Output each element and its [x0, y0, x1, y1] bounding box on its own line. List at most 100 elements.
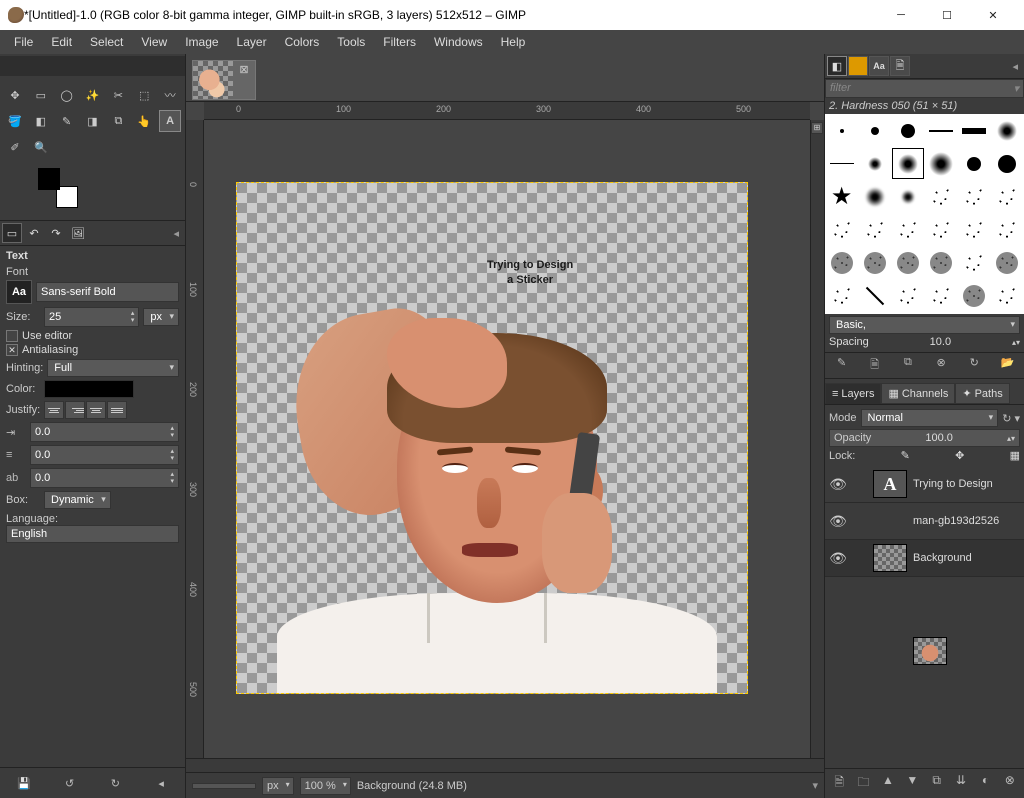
menu-select[interactable]: Select [82, 32, 131, 52]
gradient-tool[interactable]: ◧ [30, 110, 52, 132]
menu-windows[interactable]: Windows [426, 32, 491, 52]
text-layer-content[interactable]: Trying to Design a Sticker [487, 258, 573, 289]
delete-layer-icon[interactable]: ⊗ [1001, 773, 1019, 794]
fonts-tab[interactable]: Aa [869, 56, 889, 76]
brushes-tab[interactable]: ◧ [827, 56, 847, 76]
layer-list[interactable]: 👁 Trying to Design 👁 man-gb193d2526 👁 Ba… [825, 466, 1024, 768]
scrollbar-horizontal[interactable] [204, 758, 810, 772]
undo-history-tab[interactable]: ↷ [46, 223, 66, 243]
pencil-tool[interactable]: ✎ [56, 110, 78, 132]
justify-fill-button[interactable] [107, 401, 127, 419]
font-name-field[interactable]: Sans-serif Bold [36, 282, 179, 302]
box-select[interactable]: Dynamic [44, 491, 111, 509]
tool-options-tab[interactable]: ▭ [2, 223, 22, 243]
image-tab-untitled[interactable]: ⊠ [192, 60, 256, 100]
spacing-value[interactable]: 10.0 [930, 336, 951, 348]
menu-filters[interactable]: Filters [375, 32, 424, 52]
foreground-color[interactable] [38, 168, 60, 190]
smudge-tool[interactable]: 👆 [133, 110, 155, 132]
menu-layer[interactable]: Layer [229, 32, 275, 52]
layer-name[interactable]: Background [913, 552, 1020, 564]
language-field[interactable]: English [6, 525, 179, 543]
restore-preset-icon[interactable]: ↺ [59, 772, 81, 794]
layer-name[interactable]: Trying to Design [913, 478, 1020, 490]
ruler-horizontal[interactable]: 0 100 200 300 400 500 [204, 102, 810, 120]
zoom-select[interactable]: 100 % [300, 777, 351, 795]
menu-file[interactable]: File [6, 32, 41, 52]
justify-right-button[interactable] [65, 401, 85, 419]
new-layer-icon[interactable]: 🗎 [830, 773, 848, 794]
mode-select[interactable]: Normal [861, 409, 999, 427]
close-button[interactable]: ✕ [970, 0, 1016, 30]
lock-pixels-icon[interactable]: ✎ [901, 449, 910, 462]
bucket-tool[interactable]: 🪣 [4, 110, 26, 132]
mode-switch-icon[interactable]: ↻ ▾ [1002, 412, 1020, 425]
path-tool[interactable]: ✐ [4, 136, 26, 158]
justify-left-button[interactable] [44, 401, 64, 419]
ruler-vertical[interactable]: 0 100 200 300 400 500 [186, 120, 204, 758]
reset-icon[interactable]: ◂ [150, 772, 172, 794]
layer-item-background[interactable]: 👁 Background [825, 540, 1024, 577]
lower-layer-icon[interactable]: ▼ [903, 773, 921, 794]
refresh-brush-icon[interactable]: ↻ [965, 356, 983, 375]
visibility-toggle-icon[interactable]: 👁 [829, 550, 847, 567]
lock-alpha-icon[interactable]: ▦ [1010, 449, 1020, 462]
line-spacing-input[interactable]: 0.0▴▾ [30, 445, 179, 465]
zoom-tool[interactable]: 🔍 [30, 136, 52, 158]
canvas[interactable]: Trying to Design a Sticker [236, 182, 748, 694]
brush-preset-select[interactable]: Basic, [829, 316, 1020, 334]
channels-tab[interactable]: ▦Channels [881, 383, 955, 404]
layer-name[interactable]: man-gb193d2526 [913, 515, 1020, 527]
menu-edit[interactable]: Edit [43, 32, 80, 52]
paths-tab[interactable]: ✦Paths [955, 383, 1009, 404]
device-status-tab[interactable]: ↶ [24, 223, 44, 243]
font-picker-icon[interactable]: Aa [6, 280, 32, 304]
mask-layer-icon[interactable]: ◐ [976, 773, 994, 794]
size-input[interactable]: 25▴▾ [44, 307, 139, 327]
menu-colors[interactable]: Colors [277, 32, 328, 52]
cancel-icon[interactable]: ▾ [812, 779, 818, 792]
images-tab[interactable]: 🖼 [68, 223, 88, 243]
menu-tools[interactable]: Tools [329, 32, 373, 52]
text-color-field[interactable] [44, 380, 134, 398]
eraser-tool[interactable]: ◨ [82, 110, 104, 132]
menu-image[interactable]: Image [177, 32, 226, 52]
dock-config-icon[interactable]: ◂ [1008, 60, 1022, 73]
layer-item-man[interactable]: 👁 man-gb193d2526 [825, 503, 1024, 540]
menu-view[interactable]: View [133, 32, 175, 52]
menu-help[interactable]: Help [493, 32, 534, 52]
free-select-tool[interactable]: ◯ [56, 84, 78, 106]
letter-spacing-input[interactable]: 0.0▴▾ [30, 468, 179, 488]
brush-filter-input[interactable]: filter▾ [825, 79, 1024, 98]
delete-preset-icon[interactable]: ↻ [104, 772, 126, 794]
opacity-value[interactable]: 100.0 [925, 432, 953, 444]
image-tab-close-icon[interactable]: ⊠ [233, 61, 255, 99]
duplicate-brush-icon[interactable]: ⧉ [899, 356, 917, 375]
warp-tool[interactable]: 〰 [159, 84, 181, 106]
edit-brush-icon[interactable]: ✎ [833, 356, 851, 375]
clone-tool[interactable]: ⧉ [107, 110, 129, 132]
new-group-icon[interactable]: 🗀 [855, 773, 873, 794]
maximize-button[interactable]: ☐ [924, 0, 970, 30]
brush-selected[interactable] [891, 147, 924, 180]
visibility-toggle-icon[interactable]: 👁 [829, 513, 847, 530]
use-editor-checkbox[interactable]: Use editor [6, 330, 179, 342]
new-brush-icon[interactable]: 🗎 [866, 356, 884, 375]
patterns-tab[interactable] [848, 56, 868, 76]
raise-layer-icon[interactable]: ▲ [879, 773, 897, 794]
layer-item-text[interactable]: 👁 Trying to Design [825, 466, 1024, 503]
lock-position-icon[interactable]: ✥ [955, 449, 964, 462]
rect-select-tool[interactable]: ▭ [30, 84, 52, 106]
justify-center-button[interactable] [86, 401, 106, 419]
size-unit-select[interactable]: px [143, 308, 179, 326]
delete-brush-icon[interactable]: ⊗ [932, 356, 950, 375]
antialiasing-checkbox[interactable]: ✕Antialiasing [6, 344, 179, 356]
move-tool[interactable]: ✥ [4, 84, 26, 106]
scrollbar-vertical[interactable]: ⊞ [810, 120, 824, 758]
navigation-icon[interactable]: ⊞ [811, 122, 823, 134]
text-tool[interactable]: A [159, 110, 181, 132]
hinting-select[interactable]: Full [47, 359, 179, 377]
brush-grid[interactable]: ★ [825, 114, 1024, 314]
merge-layer-icon[interactable]: ⇊ [952, 773, 970, 794]
unit-select[interactable]: px [262, 777, 294, 795]
